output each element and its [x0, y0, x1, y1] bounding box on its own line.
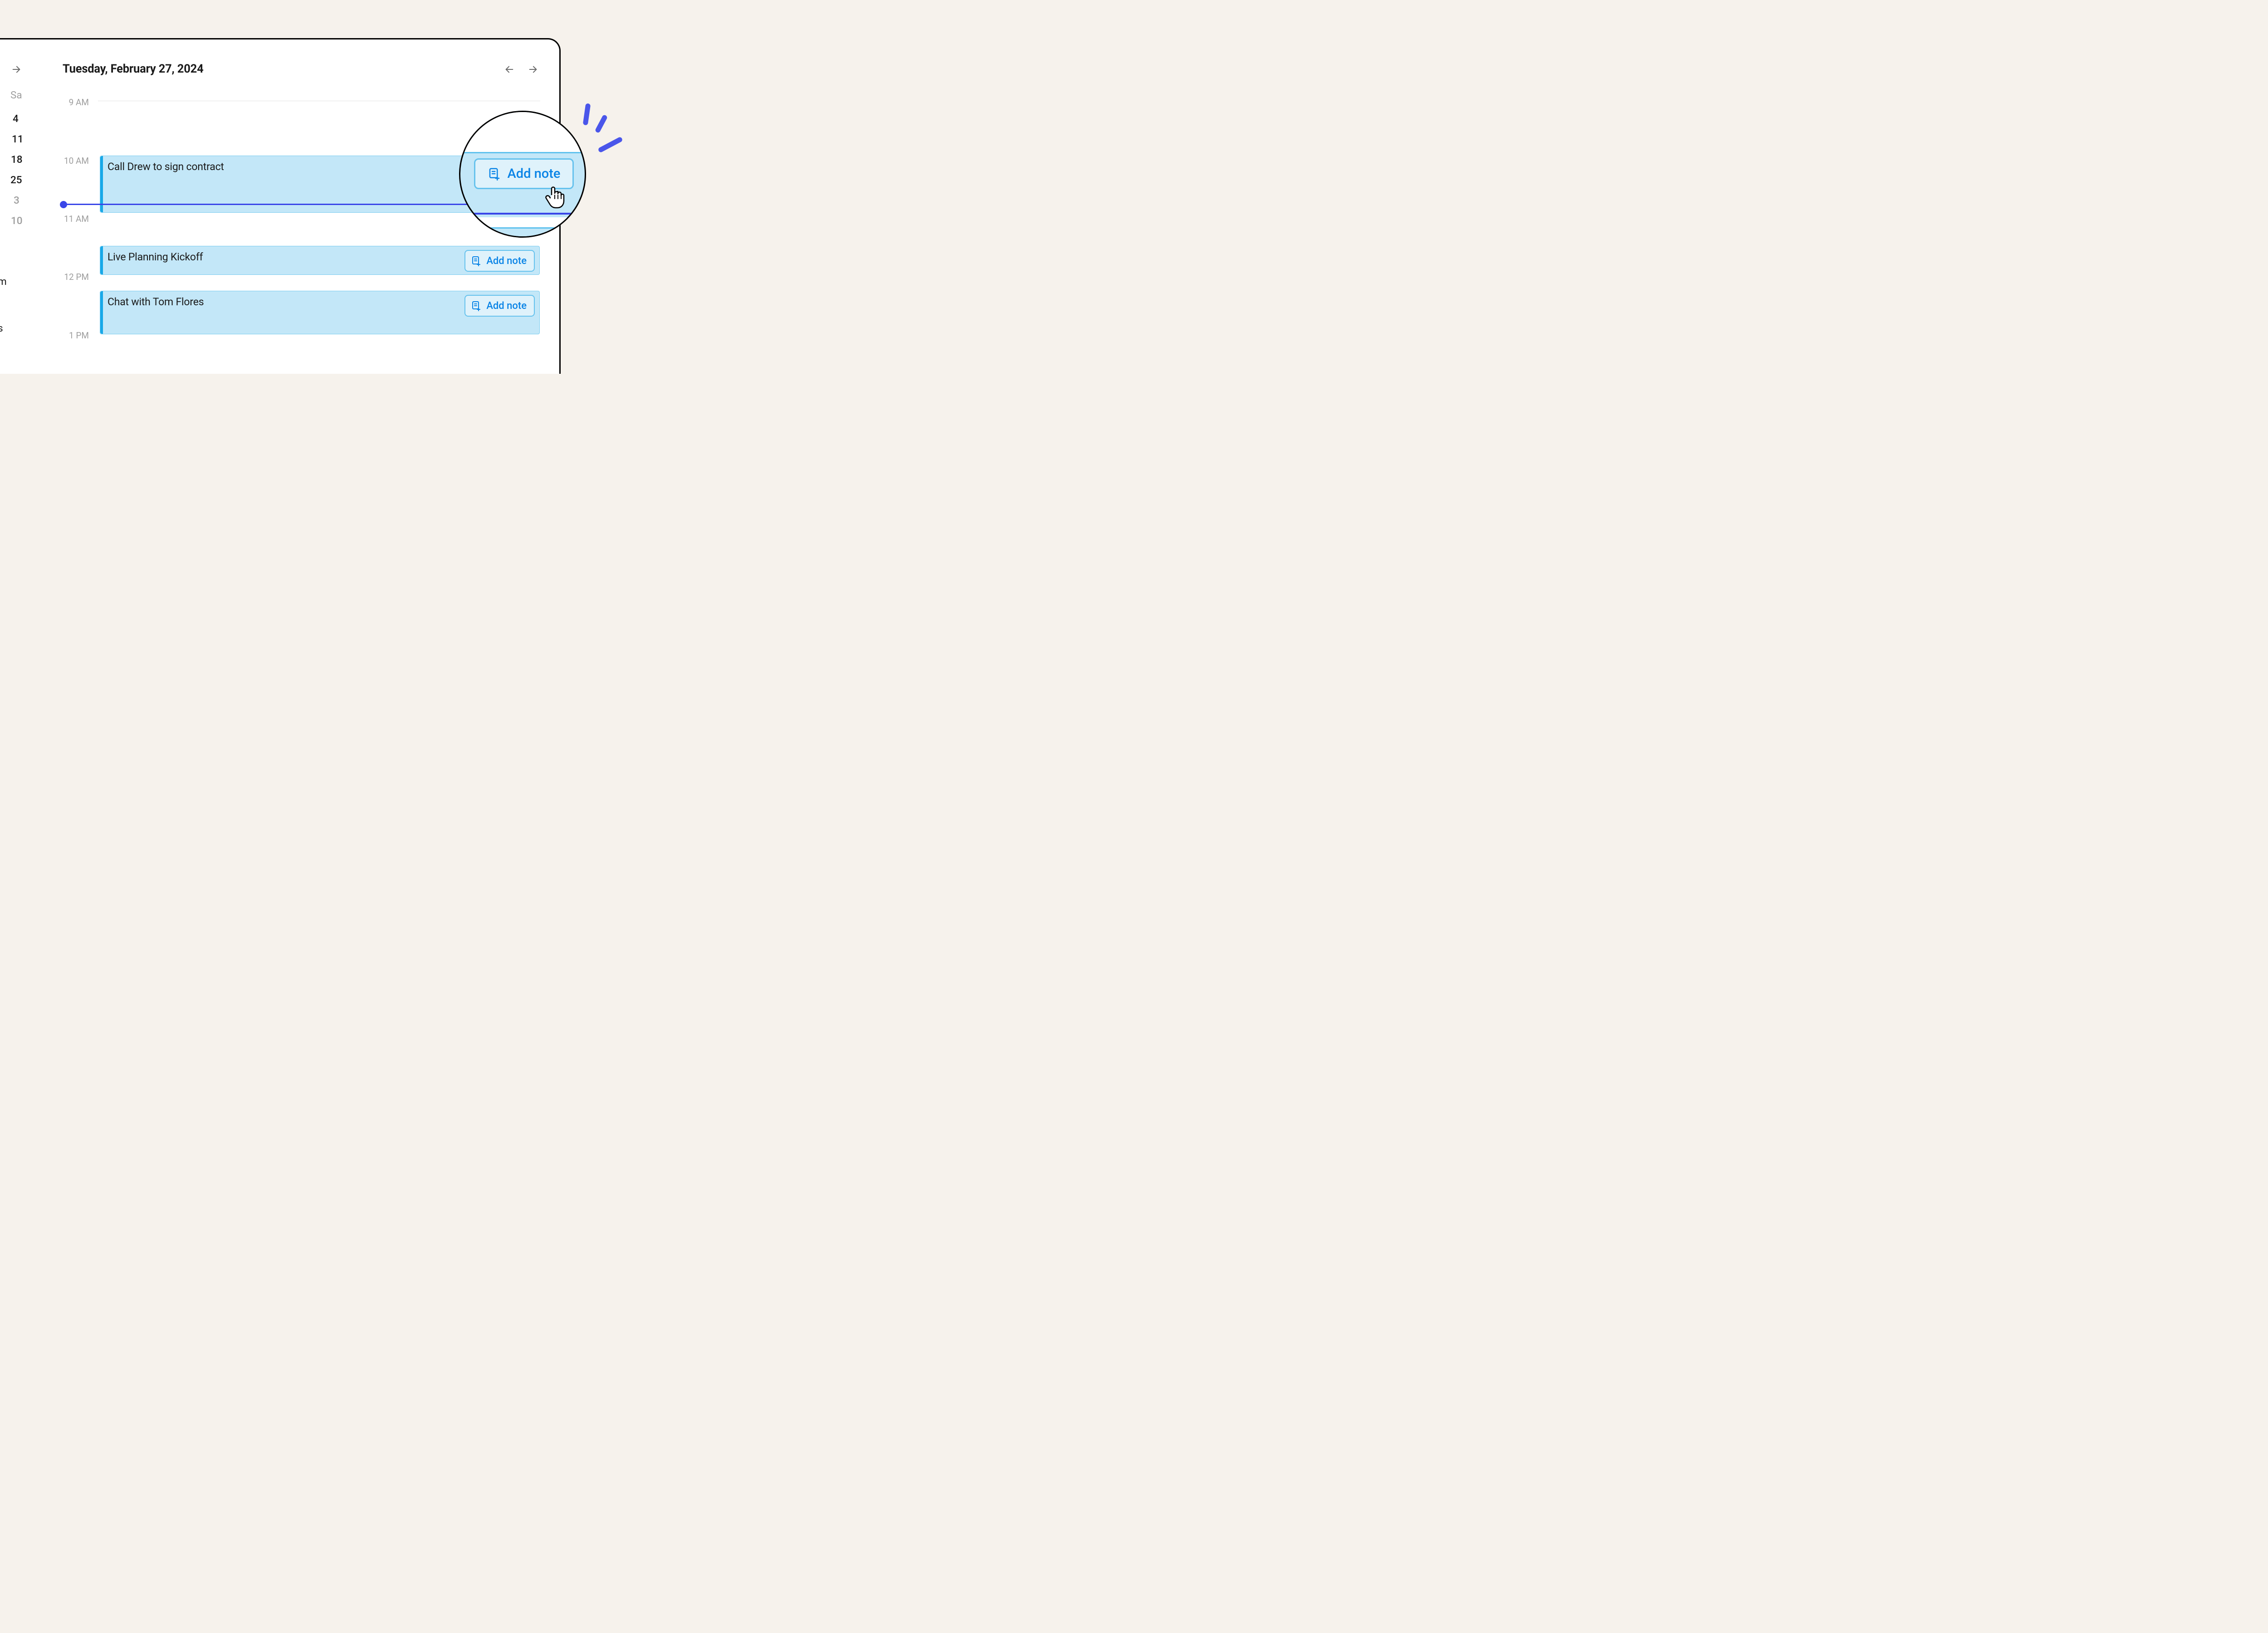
add-note-label: Add note [486, 300, 527, 312]
arrow-left-icon [504, 64, 514, 74]
time-label-9am: 9 AM [62, 97, 89, 108]
note-add-icon [488, 167, 501, 181]
mini-date[interactable]: 3 [14, 195, 20, 206]
add-note-button[interactable]: Add note [464, 295, 535, 317]
magnifier-callout: Add note [459, 111, 586, 238]
sidebar-text-fragment: m [0, 276, 7, 288]
note-add-icon [471, 300, 482, 311]
event-title: Live Planning Kickoff [108, 251, 203, 263]
mini-date[interactable]: 11 [12, 133, 24, 145]
date-title: Tuesday, February 27, 2024 [63, 62, 204, 76]
event-block[interactable]: Live Planning Kickoff Add note [100, 246, 540, 275]
time-label-12pm: 12 PM [62, 272, 89, 282]
mini-date[interactable]: 25 [10, 174, 22, 186]
weekday-label: Sa [10, 89, 22, 101]
add-note-button-magnified[interactable]: Add note [474, 158, 574, 189]
time-label-11am: 11 AM [62, 214, 89, 224]
event-block[interactable]: Chat with Tom Flores Add note [100, 291, 540, 334]
event-title: Call Drew to sign contract [108, 161, 224, 173]
add-note-label: Add note [508, 166, 561, 181]
mini-date[interactable]: 4 [13, 113, 19, 125]
arrow-right-icon [528, 64, 538, 74]
note-add-icon [471, 255, 482, 266]
date-nav [502, 62, 540, 77]
time-label-10am: 10 AM [62, 156, 89, 166]
time-label-1pm: 1 PM [62, 330, 89, 341]
add-note-label: Add note [486, 255, 527, 267]
prev-day-button[interactable] [502, 62, 517, 77]
event-title: Chat with Tom Flores [108, 296, 204, 308]
cursor-hand-icon [543, 185, 566, 211]
now-indicator-line-magnified [460, 213, 585, 215]
mini-date[interactable]: 18 [11, 154, 23, 166]
next-day-button[interactable] [526, 62, 540, 77]
add-note-button[interactable]: Add note [464, 250, 535, 272]
accent-spark-icon [595, 114, 608, 133]
mini-date[interactable]: 10 [11, 215, 23, 227]
accent-spark-icon [597, 137, 623, 153]
sidebar-text-fragment: s [0, 323, 3, 334]
calendar-header: Tuesday, February 27, 2024 [0, 39, 559, 89]
